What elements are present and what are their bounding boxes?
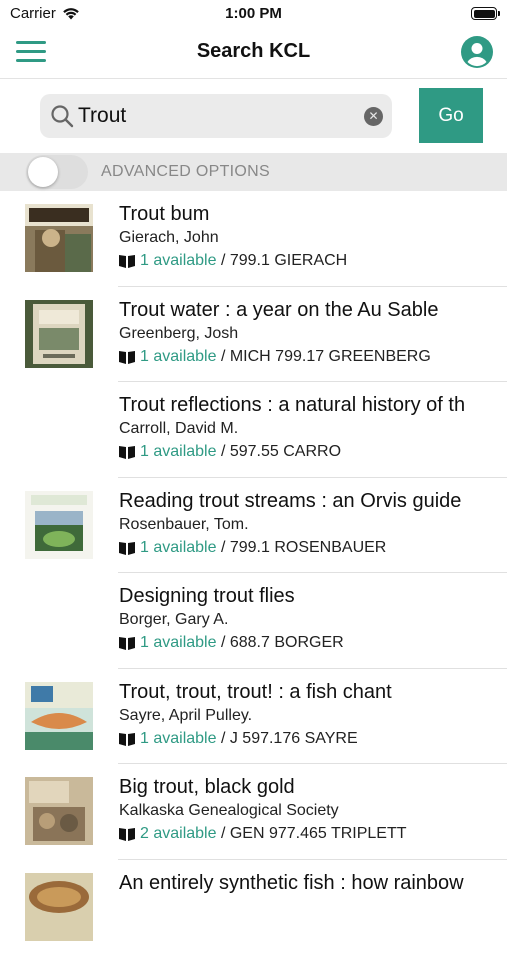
result-row[interactable]: Big trout, black gold Kalkaska Genealogi… xyxy=(0,764,507,860)
book-icon xyxy=(119,350,135,364)
separator: / xyxy=(217,443,230,461)
availability-line: 1 available / J 597.176 SAYRE xyxy=(119,730,358,748)
book-icon xyxy=(119,445,135,459)
search-box[interactable]: ✕ xyxy=(40,94,392,138)
book-cover-image xyxy=(25,777,93,845)
advanced-options-toggle[interactable] xyxy=(26,155,88,189)
result-title: Trout reflections : a natural history of… xyxy=(119,394,499,417)
advanced-options-label: ADVANCED OPTIONS xyxy=(101,163,270,181)
separator: / xyxy=(217,348,230,366)
profile-icon[interactable] xyxy=(461,36,493,68)
go-button[interactable]: Go xyxy=(419,88,483,143)
book-icon xyxy=(119,541,135,555)
result-row[interactable]: An entirely synthetic fish : how rainbow xyxy=(0,860,507,955)
book-icon xyxy=(119,827,135,841)
availability-line: 1 available / MICH 799.17 GREENBERG xyxy=(119,348,431,366)
result-title: Designing trout flies xyxy=(119,585,499,608)
battery-icon xyxy=(471,7,497,20)
result-author: Carroll, David M. xyxy=(119,420,238,438)
result-author: Gierach, John xyxy=(119,229,219,247)
result-title: An entirely synthetic fish : how rainbow xyxy=(119,872,499,895)
book-icon xyxy=(119,732,135,746)
result-row[interactable]: Trout bum Gierach, John 1 available / 79… xyxy=(0,191,507,287)
result-row[interactable]: Trout reflections : a natural history of… xyxy=(0,382,507,478)
result-author: Sayre, April Pulley. xyxy=(119,707,252,725)
call-number: 597.55 CARRO xyxy=(230,443,341,461)
result-row[interactable]: Trout, trout, trout! : a fish chant Sayr… xyxy=(0,669,507,765)
availability-link[interactable]: 1 available xyxy=(140,730,217,748)
search-input[interactable] xyxy=(78,94,358,138)
result-author: Kalkaska Genealogical Society xyxy=(119,802,339,820)
result-title: Trout, trout, trout! : a fish chant xyxy=(119,681,499,704)
availability-link[interactable]: 2 available xyxy=(140,825,217,843)
status-time: 1:00 PM xyxy=(0,5,507,22)
book-icon xyxy=(119,254,135,268)
availability-link[interactable]: 1 available xyxy=(140,634,217,652)
result-row[interactable]: Trout water : a year on the Au Sable Gre… xyxy=(0,287,507,383)
availability-link[interactable]: 1 available xyxy=(140,252,217,270)
availability-line: 1 available / 688.7 BORGER xyxy=(119,634,344,652)
result-row[interactable]: Reading trout streams : an Orvis guide R… xyxy=(0,478,507,574)
book-cover-image xyxy=(25,491,93,559)
book-cover-image xyxy=(25,204,93,272)
book-cover-image xyxy=(25,682,93,750)
results-list: Trout bum Gierach, John 1 available / 79… xyxy=(0,191,507,955)
call-number: 799.1 GIERACH xyxy=(230,252,347,270)
navbar: Search KCL xyxy=(0,28,507,79)
call-number: J 597.176 SAYRE xyxy=(230,730,358,748)
result-author: Rosenbauer, Tom. xyxy=(119,516,249,534)
book-icon xyxy=(119,636,135,650)
result-author: Greenberg, Josh xyxy=(119,325,238,343)
availability-line: 2 available / GEN 977.465 TRIPLETT xyxy=(119,825,407,843)
separator: / xyxy=(217,730,230,748)
page-title: Search KCL xyxy=(0,40,507,63)
status-bar: Carrier 1:00 PM xyxy=(0,0,507,28)
result-title: Big trout, black gold xyxy=(119,776,499,799)
call-number: GEN 977.465 TRIPLETT xyxy=(230,825,407,843)
separator: / xyxy=(217,252,230,270)
call-number: 688.7 BORGER xyxy=(230,634,344,652)
availability-link[interactable]: 1 available xyxy=(140,348,217,366)
availability-link[interactable]: 1 available xyxy=(140,443,217,461)
separator: / xyxy=(217,634,230,652)
separator: / xyxy=(217,825,230,843)
book-cover-image xyxy=(25,873,93,941)
availability-line: 1 available / 799.1 GIERACH xyxy=(119,252,347,270)
search-icon xyxy=(50,104,74,128)
search-area: ✕ Go xyxy=(0,79,507,153)
separator: / xyxy=(217,539,230,557)
availability-link[interactable]: 1 available xyxy=(140,539,217,557)
result-author: Borger, Gary A. xyxy=(119,611,228,629)
call-number: 799.1 ROSENBAUER xyxy=(230,539,387,557)
book-cover-image xyxy=(25,300,93,368)
result-title: Trout water : a year on the Au Sable xyxy=(119,299,499,322)
call-number: MICH 799.17 GREENBERG xyxy=(230,348,431,366)
availability-line: 1 available / 597.55 CARRO xyxy=(119,443,341,461)
result-title: Trout bum xyxy=(119,203,499,226)
toggle-knob xyxy=(28,157,58,187)
availability-line: 1 available / 799.1 ROSENBAUER xyxy=(119,539,386,557)
result-title: Reading trout streams : an Orvis guide xyxy=(119,490,499,513)
advanced-options-bar: ADVANCED OPTIONS xyxy=(0,153,507,191)
clear-search-icon[interactable]: ✕ xyxy=(364,107,383,126)
result-row[interactable]: Designing trout flies Borger, Gary A. 1 … xyxy=(0,573,507,669)
